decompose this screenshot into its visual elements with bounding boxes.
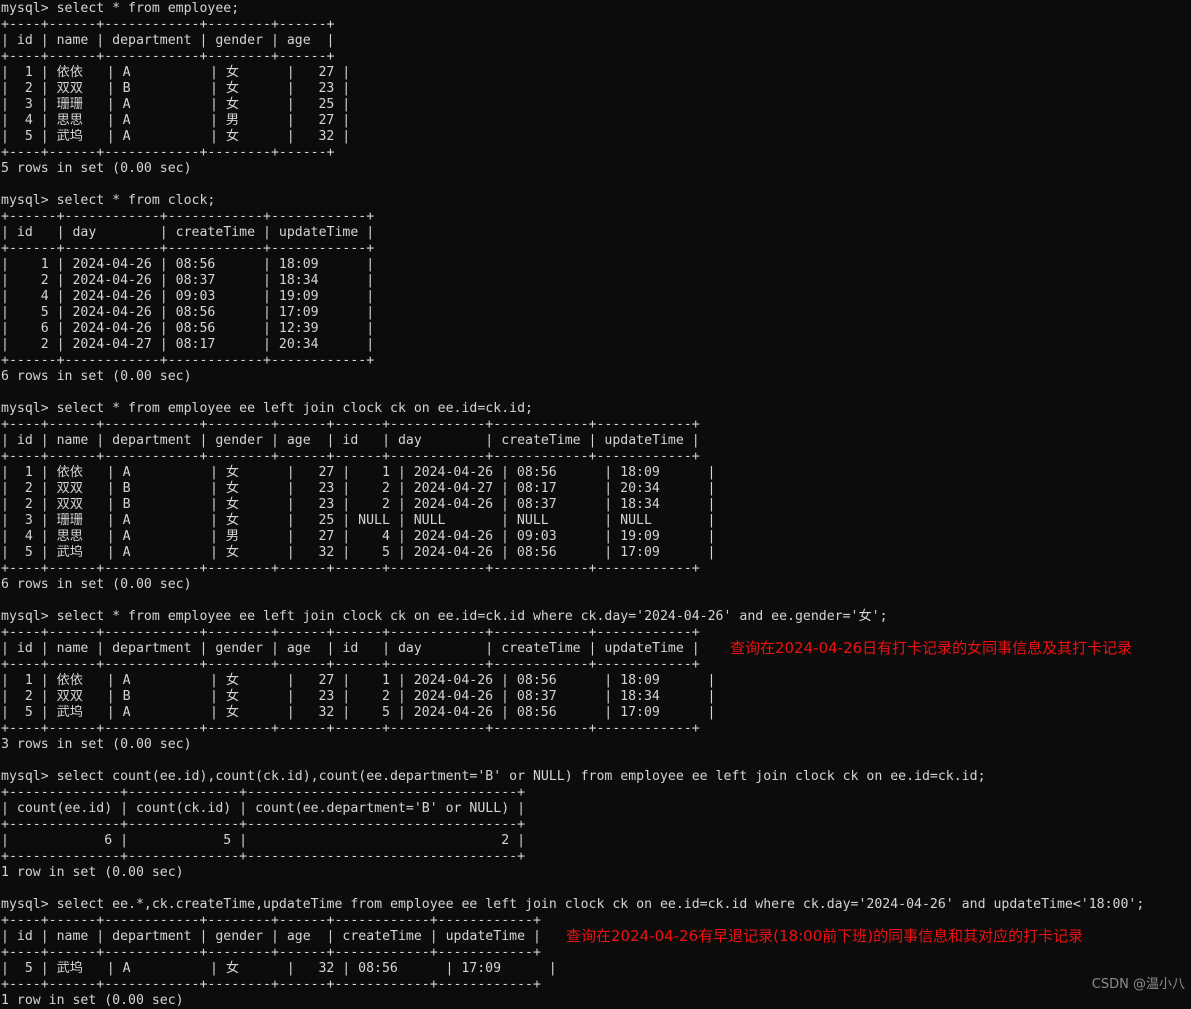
terminal-line: | 5 | 武坞 | A | 女 | 32 | 08:56 | 17:09 | — [1, 961, 557, 976]
terminal-line: 5 rows in set (0.00 sec) — [1, 161, 192, 176]
terminal-line: +----+------+------------+--------+-----… — [1, 977, 541, 992]
terminal-line: | 1 | 依依 | A | 女 | 27 | — [1, 65, 351, 80]
terminal-line: +--------------+--------------+---------… — [1, 849, 526, 864]
terminal-line: mysql> select * from employee ee left jo… — [1, 401, 533, 416]
terminal-line: 1 row in set (0.00 sec) — [1, 865, 184, 880]
annotation-female-clockin: 查询在2024-04-26日有打卡记录的女同事信息及其打卡记录 — [730, 639, 1133, 657]
terminal-line: mysql> select * from employee; — [1, 1, 240, 16]
terminal-line: mysql> select count(ee.id),count(ck.id),… — [1, 769, 986, 784]
terminal-line: | id | name | department | gender | age … — [1, 433, 700, 448]
csdn-watermark: CSDN @温小八 — [1091, 977, 1185, 992]
terminal-line: | 6 | 2024-04-26 | 08:56 | 12:39 | — [1, 321, 375, 336]
terminal-line: +------+------------+------------+------… — [1, 241, 375, 256]
terminal-line: +----+------+------------+--------+-----… — [1, 657, 700, 672]
terminal-line: | 3 | 珊珊 | A | 女 | 25 | NULL | NULL | NU… — [1, 513, 716, 528]
terminal-line: 3 rows in set (0.00 sec) — [1, 737, 192, 752]
terminal-line: | 2 | 双双 | B | 女 | 23 | 2 | 2024-04-27 |… — [1, 481, 716, 496]
terminal-line: | id | day | createTime | updateTime | — [1, 225, 375, 240]
terminal-line: | 2 | 2024-04-27 | 08:17 | 20:34 | — [1, 337, 375, 352]
terminal-line: | id | name | department | gender | age … — [1, 33, 335, 48]
terminal-line: +----+------+------------+--------+-----… — [1, 561, 700, 576]
terminal-line: | 2 | 双双 | B | 女 | 23 | — [1, 81, 351, 96]
terminal-line: | 3 | 珊珊 | A | 女 | 25 | — [1, 97, 351, 112]
terminal-line: | 2 | 双双 | B | 女 | 23 | 2 | 2024-04-26 |… — [1, 689, 716, 704]
terminal-line: +--------------+--------------+---------… — [1, 817, 526, 832]
terminal-line: +----+------+------------+--------+-----… — [1, 145, 335, 160]
terminal-line: mysql> select * from employee ee left jo… — [1, 609, 888, 624]
terminal-line: +------+------------+------------+------… — [1, 353, 375, 368]
terminal-line: | count(ee.id) | count(ck.id) | count(ee… — [1, 801, 526, 816]
terminal-line: | 4 | 2024-04-26 | 09:03 | 19:09 | — [1, 289, 375, 304]
terminal-line: +------+------------+------------+------… — [1, 209, 375, 224]
terminal-line: | 5 | 武坞 | A | 女 | 32 | 5 | 2024-04-26 |… — [1, 705, 716, 720]
terminal-line: mysql> select ee.*,ck.createTime,updateT… — [1, 897, 1145, 912]
terminal-line: +----+------+------------+--------+-----… — [1, 17, 335, 32]
annotation-early-leave: 查询在2024-04-26有早退记录(18:00前下班)的同事信息和其对应的打卡… — [566, 927, 1084, 945]
terminal-line: | 5 | 武坞 | A | 女 | 32 | — [1, 129, 351, 144]
terminal-line: +----+------+------------+--------+-----… — [1, 417, 700, 432]
terminal-line: | 4 | 思思 | A | 男 | 27 | — [1, 113, 351, 128]
terminal-line: | 5 | 2024-04-26 | 08:56 | 17:09 | — [1, 305, 375, 320]
terminal-line: 6 rows in set (0.00 sec) — [1, 577, 192, 592]
terminal-line: +----+------+------------+--------+-----… — [1, 449, 700, 464]
terminal-line: +--------------+--------------+---------… — [1, 785, 526, 800]
terminal-line: | 5 | 武坞 | A | 女 | 32 | 5 | 2024-04-26 |… — [1, 545, 716, 560]
terminal-line: | 6 | 5 | 2 | — [1, 833, 526, 848]
terminal-line: +----+------+------------+--------+-----… — [1, 49, 335, 64]
terminal-line: mysql> select * from clock; — [1, 193, 216, 208]
terminal-line: +----+------+------------+--------+-----… — [1, 721, 700, 736]
terminal-line: 6 rows in set (0.00 sec) — [1, 369, 192, 384]
terminal-line: | 2 | 2024-04-26 | 08:37 | 18:34 | — [1, 273, 375, 288]
terminal-line: | 1 | 依依 | A | 女 | 27 | 1 | 2024-04-26 |… — [1, 465, 716, 480]
terminal-line: | 2 | 双双 | B | 女 | 23 | 2 | 2024-04-26 |… — [1, 497, 716, 512]
terminal-line: +----+------+------------+--------+-----… — [1, 945, 541, 960]
terminal-line: | 1 | 依依 | A | 女 | 27 | 1 | 2024-04-26 |… — [1, 673, 716, 688]
terminal-line: | 1 | 2024-04-26 | 08:56 | 18:09 | — [1, 257, 375, 272]
terminal-line: | 4 | 思思 | A | 男 | 27 | 4 | 2024-04-26 |… — [1, 529, 716, 544]
terminal-output[interactable]: mysql> select * from employee; +----+----… — [0, 0, 1191, 1008]
